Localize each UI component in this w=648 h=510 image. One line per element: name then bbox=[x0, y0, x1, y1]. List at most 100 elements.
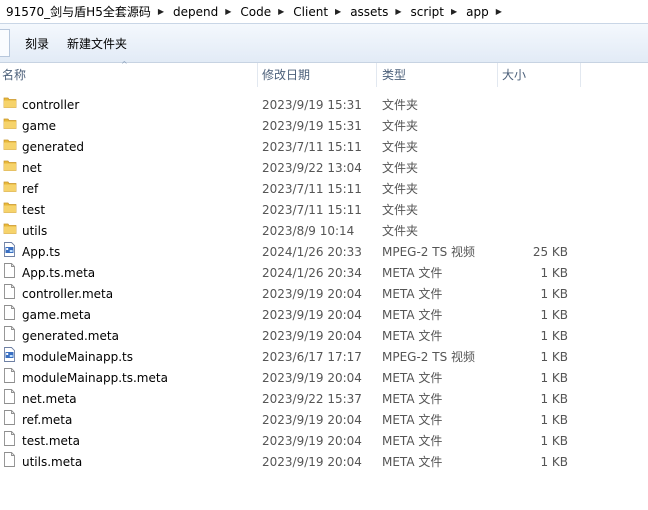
breadcrumb-chevron-icon[interactable]: ▶ bbox=[332, 7, 344, 16]
file-date: 2023/7/11 15:11 bbox=[262, 203, 362, 217]
file-date: 2023/6/17 17:17 bbox=[262, 350, 362, 364]
file-icon bbox=[3, 410, 16, 425]
file-date: 2023/9/19 20:04 bbox=[262, 308, 362, 322]
file-row[interactable]: App.ts 2024/1/26 20:33 MPEG-2 TS 视频 25 KB bbox=[0, 242, 648, 263]
file-date: 2023/9/19 15:31 bbox=[262, 98, 362, 112]
file-name: test.meta bbox=[22, 434, 80, 448]
column-header-type[interactable]: 类型 bbox=[377, 63, 498, 87]
folder-icon bbox=[3, 221, 17, 236]
file-size: 1 KB bbox=[540, 392, 568, 406]
file-type: META 文件 bbox=[382, 287, 443, 301]
address-bar[interactable]: 91570_剑与盾H5全套源码 ▶ depend ▶ Code ▶ Client… bbox=[0, 0, 648, 24]
file-row[interactable]: ref 2023/7/11 15:11 文件夹 bbox=[0, 179, 648, 200]
file-date: 2023/7/11 15:11 bbox=[262, 140, 362, 154]
folder-icon bbox=[3, 137, 17, 152]
file-type: 文件夹 bbox=[382, 161, 419, 175]
file-type: 文件夹 bbox=[382, 140, 419, 154]
file-row[interactable]: game 2023/9/19 15:31 文件夹 bbox=[0, 116, 648, 137]
breadcrumb-chevron-icon[interactable]: ▶ bbox=[222, 7, 234, 16]
file-type: META 文件 bbox=[382, 434, 443, 448]
file-row[interactable]: ref.meta 2023/9/19 20:04 META 文件 1 KB bbox=[0, 410, 648, 431]
column-header: ^ 名称 修改日期 类型 大小 bbox=[0, 60, 648, 87]
breadcrumb-item[interactable]: script bbox=[405, 5, 448, 19]
file-date: 2023/9/19 20:04 bbox=[262, 329, 362, 343]
file-date: 2023/9/19 15:31 bbox=[262, 119, 362, 133]
file-name: net.meta bbox=[22, 392, 77, 406]
file-type: META 文件 bbox=[382, 308, 443, 322]
folder-icon bbox=[3, 158, 17, 173]
file-row[interactable]: generated 2023/7/11 15:11 文件夹 bbox=[0, 137, 648, 158]
file-date: 2023/8/9 10:14 bbox=[262, 224, 355, 238]
file-row[interactable]: controller 2023/9/19 15:31 文件夹 bbox=[0, 95, 648, 116]
file-icon bbox=[3, 431, 16, 446]
file-date: 2023/9/19 20:04 bbox=[262, 371, 362, 385]
column-header-name[interactable]: 名称 bbox=[0, 63, 258, 87]
file-row[interactable]: App.ts.meta 2024/1/26 20:34 META 文件 1 KB bbox=[0, 263, 648, 284]
file-type: 文件夹 bbox=[382, 203, 419, 217]
breadcrumb-item[interactable]: Client bbox=[287, 5, 332, 19]
file-row[interactable]: net 2023/9/22 13:04 文件夹 bbox=[0, 158, 648, 179]
file-type: 文件夹 bbox=[382, 119, 419, 133]
breadcrumb-chevron-icon[interactable]: ▶ bbox=[392, 7, 404, 16]
file-row[interactable]: moduleMainapp.ts 2023/6/17 17:17 MPEG-2 TS… bbox=[0, 347, 648, 368]
file-row[interactable]: test 2023/7/11 15:11 文件夹 bbox=[0, 200, 648, 221]
file-date: 2023/9/22 15:37 bbox=[262, 392, 362, 406]
file-name: generated.meta bbox=[22, 329, 119, 343]
toolbar-organize-edge[interactable] bbox=[0, 29, 10, 57]
file-size: 1 KB bbox=[540, 329, 568, 343]
breadcrumb-item[interactable]: Code bbox=[234, 5, 275, 19]
file-type: META 文件 bbox=[382, 413, 443, 427]
file-size: 1 KB bbox=[540, 413, 568, 427]
file-size: 1 KB bbox=[540, 266, 568, 280]
file-type: META 文件 bbox=[382, 329, 443, 343]
file-size: 1 KB bbox=[540, 287, 568, 301]
file-row[interactable]: generated.meta 2023/9/19 20:04 META 文件 1 KB bbox=[0, 326, 648, 347]
folder-icon bbox=[3, 116, 17, 131]
file-icon bbox=[3, 368, 16, 383]
file-row[interactable]: utils.meta 2023/9/19 20:04 META 文件 1 KB bbox=[0, 452, 648, 473]
file-row[interactable]: net.meta 2023/9/22 15:37 META 文件 1 KB bbox=[0, 389, 648, 410]
file-date: 2023/9/19 20:04 bbox=[262, 413, 362, 427]
file-type: 文件夹 bbox=[382, 98, 419, 112]
column-header-size[interactable]: 大小 bbox=[497, 63, 581, 87]
file-name: utils bbox=[22, 224, 48, 238]
file-date: 2024/1/26 20:33 bbox=[262, 245, 362, 259]
file-icon bbox=[3, 305, 16, 320]
file-type: META 文件 bbox=[382, 455, 443, 469]
file-name: controller.meta bbox=[22, 287, 114, 301]
file-date: 2023/9/22 13:04 bbox=[262, 161, 362, 175]
file-size: 25 KB bbox=[532, 245, 568, 259]
breadcrumb-chevron-icon[interactable]: ▶ bbox=[493, 7, 505, 16]
file-type: META 文件 bbox=[382, 371, 443, 385]
file-row[interactable]: controller.meta 2023/9/19 20:04 META 文件 1 K… bbox=[0, 284, 648, 305]
file-date: 2023/9/19 20:04 bbox=[262, 455, 362, 469]
file-type: 文件夹 bbox=[382, 224, 419, 238]
file-name: App.ts bbox=[22, 245, 61, 259]
file-row[interactable]: game.meta 2023/9/19 20:04 META 文件 1 KB bbox=[0, 305, 648, 326]
breadcrumb-chevron-icon[interactable]: ▶ bbox=[155, 7, 167, 16]
breadcrumb-chevron-icon[interactable]: ▶ bbox=[448, 7, 460, 16]
column-header-date[interactable]: 修改日期 bbox=[258, 63, 377, 87]
burn-button[interactable]: 刻录 bbox=[16, 31, 58, 56]
breadcrumb-item[interactable]: app bbox=[460, 5, 493, 19]
file-row[interactable]: utils 2023/8/9 10:14 文件夹 bbox=[0, 221, 648, 242]
file-row[interactable]: test.meta 2023/9/19 20:04 META 文件 1 KB bbox=[0, 431, 648, 452]
file-size: 1 KB bbox=[540, 371, 568, 385]
file-icon bbox=[3, 389, 16, 404]
file-name: ref bbox=[22, 182, 39, 196]
breadcrumb-item[interactable]: depend bbox=[167, 5, 222, 19]
file-icon bbox=[3, 263, 16, 278]
file-size: 1 KB bbox=[540, 434, 568, 448]
file-name: game bbox=[22, 119, 57, 133]
file-name: utils.meta bbox=[22, 455, 83, 469]
file-row[interactable]: moduleMainapp.ts.meta 2023/9/19 20:04 META… bbox=[0, 368, 648, 389]
breadcrumb-item[interactable]: 91570_剑与盾H5全套源码 bbox=[0, 3, 155, 20]
file-type: MPEG-2 TS 视频 bbox=[382, 245, 476, 259]
breadcrumb-item[interactable]: assets bbox=[344, 5, 392, 19]
new-folder-button[interactable]: 新建文件夹 bbox=[58, 31, 136, 56]
file-size: 1 KB bbox=[540, 350, 568, 364]
file-name: test bbox=[22, 203, 46, 217]
file-name: moduleMainapp.ts bbox=[22, 350, 133, 364]
breadcrumb-chevron-icon[interactable]: ▶ bbox=[275, 7, 287, 16]
file-date: 2023/9/19 20:04 bbox=[262, 287, 362, 301]
